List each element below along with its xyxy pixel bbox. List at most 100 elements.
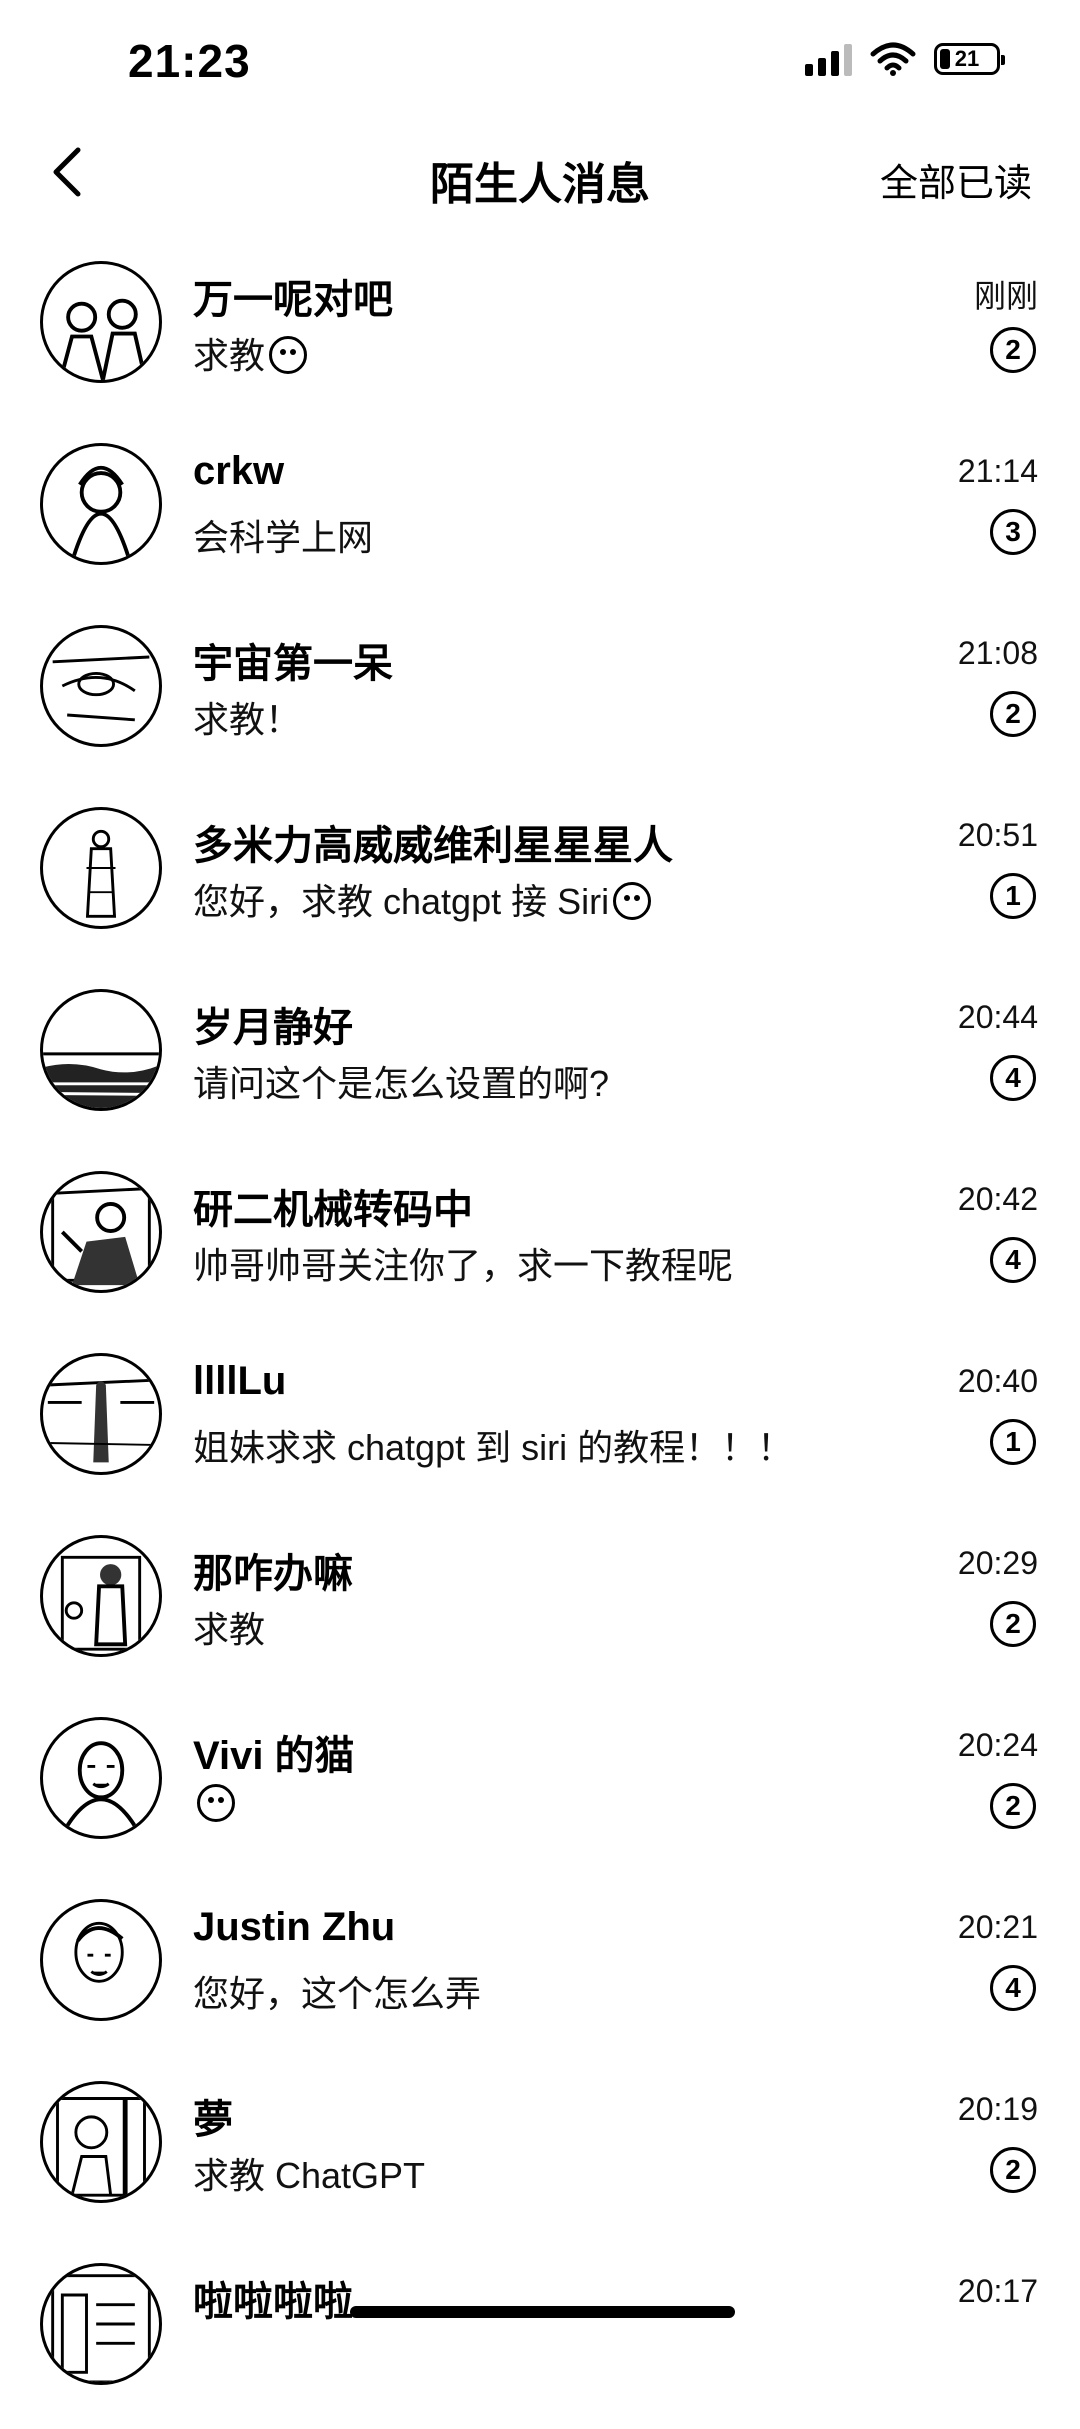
avatar[interactable] (40, 989, 162, 1111)
conversation-time: 20:44 (957, 999, 1038, 1035)
signal-icon (805, 42, 852, 76)
unread-count: 2 (1005, 698, 1021, 729)
unread-count: 1 (1005, 880, 1021, 911)
unread-count: 3 (1005, 516, 1021, 547)
conversation-name: 宇宙第一呆 (193, 642, 393, 686)
avatar-image (58, 298, 148, 380)
conversation-name: Vivi 的猫 (193, 1734, 355, 1778)
unread-count-badge: 1 (990, 1419, 1036, 1465)
avatar-image (51, 1186, 151, 1286)
avatar[interactable] (40, 1899, 162, 2021)
conversation-name: llllLu (193, 1359, 287, 1403)
conversation-name: 万一呢对吧 (193, 278, 393, 322)
avatar[interactable] (40, 807, 162, 929)
conversation-item[interactable]: Justin Zhu 您好，这个怎么弄 20:21 4 (0, 1883, 1080, 2065)
conversation-item[interactable]: 岁月静好 请问这个是怎么设置的啊? 20:44 4 (0, 973, 1080, 1155)
conversation-item[interactable]: llllLu 姐妹求求 chatgpt 到 siri 的教程！！！ 20:40 … (0, 1337, 1080, 1519)
conversation-name: 岁月静好 (193, 1006, 353, 1050)
avatar-image (60, 1555, 142, 1651)
unread-count-badge: 4 (990, 1965, 1036, 2011)
conversation-item[interactable]: 那咋办嘛 求教 20:29 2 (0, 1519, 1080, 1701)
conversation-time: 20:42 (957, 1181, 1038, 1217)
avatar[interactable] (40, 1535, 162, 1657)
conversation-preview: 请问这个是怎么设置的啊? (193, 1055, 609, 1107)
unread-count: 2 (1005, 1608, 1021, 1639)
conversation-item[interactable]: Vivi 的猫 20:24 2 (0, 1701, 1080, 1883)
avatar[interactable] (40, 1717, 162, 1839)
avatar-image (43, 1052, 159, 1108)
conversation-time: 20:40 (957, 1363, 1038, 1399)
emoji-icon (613, 882, 652, 920)
conversation-preview-text: 求教 (193, 1609, 266, 1650)
conversation-item[interactable]: crkw 会科学上网 21:14 3 (0, 427, 1080, 609)
avatar[interactable] (40, 261, 162, 383)
battery-icon: 21 (934, 43, 1005, 75)
conversation-name: Justin Zhu (193, 1905, 396, 1949)
conversation-time: 20:29 (957, 1545, 1038, 1581)
conversation-name: 多米力高威威维利星星星人 (193, 824, 673, 868)
wifi-icon (870, 42, 916, 76)
conversation-preview-text: 您好，求教 chatgpt 接 Siri (193, 881, 610, 922)
conversation-preview: 帅哥帅哥关注你了，求一下教程呢 (193, 1237, 733, 1289)
conversation-item[interactable]: 研二机械转码中 帅哥帅哥关注你了，求一下教程呢 20:42 4 (0, 1155, 1080, 1337)
unread-count-badge: 2 (990, 1783, 1036, 1829)
conversation-preview (193, 1783, 235, 1825)
conversation-preview-text: 求教！ (193, 699, 302, 740)
avatar[interactable] (40, 2081, 162, 2203)
unread-count: 2 (1005, 1790, 1021, 1821)
conversation-preview: 求教 ChatGPT (193, 2147, 425, 2199)
conversation-item[interactable]: 宇宙第一呆 求教！ 21:08 2 (0, 609, 1080, 791)
conversation-item[interactable]: 夢 求教 ChatGPT 20:19 2 (0, 2065, 1080, 2247)
conversation-name: 研二机械转码中 (193, 1188, 473, 1232)
conversation-preview-text: 请问这个是怎么设置的啊? (193, 1063, 610, 1104)
conversation-name: crkw (193, 449, 285, 493)
conversation-time: 20:51 (957, 817, 1038, 853)
unread-count: 2 (1005, 2154, 1021, 2185)
avatar-image (51, 2274, 151, 2382)
avatar[interactable] (40, 443, 162, 565)
avatar[interactable] (40, 625, 162, 747)
conversation-item[interactable]: 啦啦啦啦 20:17 (0, 2247, 1080, 2429)
conversation-preview: 求教！ (193, 691, 301, 743)
home-indicator[interactable] (350, 2306, 735, 2318)
unread-count-badge: 4 (990, 1237, 1036, 1283)
unread-count: 4 (1005, 1972, 1021, 2003)
unread-count-badge: 2 (990, 1601, 1036, 1647)
avatar-image (74, 1921, 124, 1983)
avatar-image (56, 2097, 146, 2197)
avatar-image (52, 655, 150, 722)
avatar[interactable] (40, 1353, 162, 1475)
conversation-preview-text: 帅哥帅哥关注你了，求一下教程呢 (193, 1245, 734, 1286)
avatar-image (47, 1378, 155, 1463)
conversation-item[interactable]: 多米力高威威维利星星星人 您好，求教 chatgpt 接 Siri 20:51 … (0, 791, 1080, 973)
avatar[interactable] (40, 1171, 162, 1293)
conversation-time: 20:21 (957, 1909, 1038, 1945)
conversation-preview: 求教 (193, 327, 308, 379)
conversation-list: 万一呢对吧 求教 刚刚 2 crkw 会科学上网 21:14 3 宇宙第一呆 求… (0, 245, 1080, 2429)
unread-count-badge: 2 (990, 327, 1036, 373)
battery-level: 21 (954, 46, 980, 71)
conversation-preview-text: 求教 (193, 335, 266, 376)
nav-bar: 陌生人消息 全部已读 (0, 120, 1080, 230)
conversation-preview: 您好，求教 chatgpt 接 Siri (193, 873, 652, 925)
conversation-name: 啦啦啦啦 (193, 2280, 353, 2324)
mark-all-read-button[interactable]: 全部已读 (880, 152, 1032, 207)
conversation-preview: 您好，这个怎么弄 (193, 1965, 481, 2017)
conversation-preview: 姐妹求求 chatgpt 到 siri 的教程！！！ (193, 1419, 793, 1471)
avatar[interactable] (40, 2263, 162, 2385)
unread-count-badge: 3 (990, 509, 1036, 555)
conversation-time: 20:19 (957, 2091, 1038, 2127)
emoji-icon (269, 336, 308, 374)
conversation-preview-text: 会科学上网 (193, 517, 374, 558)
conversation-item[interactable]: 万一呢对吧 求教 刚刚 2 (0, 245, 1080, 427)
unread-count: 4 (1005, 1244, 1021, 1275)
status-time: 21:23 (128, 35, 251, 87)
conversation-preview-text: 姐妹求求 chatgpt 到 siri 的教程！！！ (193, 1427, 794, 1468)
conversation-time: 刚刚 (973, 278, 1038, 314)
unread-count-badge: 4 (990, 1055, 1036, 1101)
conversation-preview-text: 求教 ChatGPT (193, 2155, 426, 2196)
avatar-image (70, 466, 132, 562)
unread-count-badge: 2 (990, 2147, 1036, 2193)
conversation-time: 21:08 (957, 635, 1038, 671)
conversation-time: 20:17 (957, 2273, 1038, 2309)
